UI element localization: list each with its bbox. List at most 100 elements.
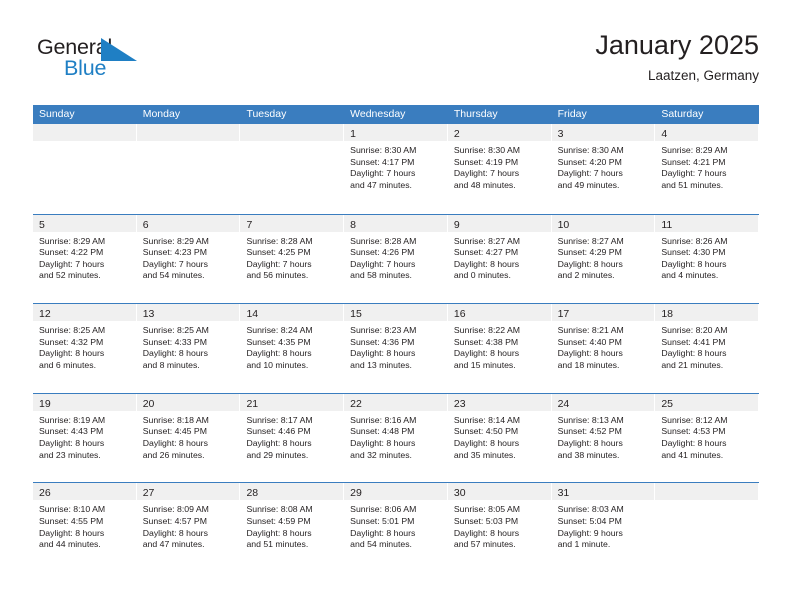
day-cell[interactable]: 6 Sunrise: 8:29 AM Sunset: 4:23 PM Dayli… xyxy=(136,214,241,304)
day-details xyxy=(33,141,137,145)
sunset-text: Sunset: 4:30 PM xyxy=(661,247,726,258)
day-cell[interactable]: 23 Sunrise: 8:14 AM Sunset: 4:50 PM Dayl… xyxy=(447,393,552,483)
daylight-text-line1: Daylight: 8 hours xyxy=(39,437,105,448)
calendar-grid: Sunday Monday Tuesday Wednesday Thursday… xyxy=(33,105,760,572)
day-details: Sunrise: 8:20 AM Sunset: 4:41 PM Dayligh… xyxy=(655,321,759,371)
sunrise-text: Sunrise: 8:28 AM xyxy=(246,235,313,246)
day-number: 27 xyxy=(142,487,155,500)
day-number: 11 xyxy=(661,218,673,231)
day-cell[interactable] xyxy=(240,124,345,214)
day-number-band: 31 xyxy=(551,483,655,501)
day-number-band: 23 xyxy=(447,393,551,411)
day-number-band: 1 xyxy=(344,124,447,141)
day-cell[interactable]: 8 Sunrise: 8:28 AM Sunset: 4:26 PM Dayli… xyxy=(344,214,448,304)
daylight-text-line2: and 15 minutes. xyxy=(453,359,516,370)
day-number: 5 xyxy=(39,218,45,231)
sunrise-text: Sunrise: 8:25 AM xyxy=(142,325,209,336)
sunrise-text: Sunrise: 8:18 AM xyxy=(142,414,209,425)
day-details: Sunrise: 8:05 AM Sunset: 5:03 PM Dayligh… xyxy=(448,500,552,550)
day-number: 21 xyxy=(246,397,259,410)
day-cell[interactable]: 21 Sunrise: 8:17 AM Sunset: 4:46 PM Dayl… xyxy=(240,393,345,483)
day-number-band: 4 xyxy=(655,124,759,141)
day-cell[interactable]: 29 Sunrise: 8:06 AM Sunset: 5:01 PM Dayl… xyxy=(344,483,448,572)
day-cell[interactable]: 11 Sunrise: 8:26 AM Sunset: 4:30 PM Dayl… xyxy=(655,214,760,304)
day-cell[interactable]: 12 Sunrise: 8:25 AM Sunset: 4:32 PM Dayl… xyxy=(33,304,137,393)
daylight-text-line2: and 52 minutes. xyxy=(39,270,101,281)
day-cell[interactable]: 28 Sunrise: 8:08 AM Sunset: 4:59 PM Dayl… xyxy=(240,483,345,572)
daylight-text-line1: Daylight: 8 hours xyxy=(39,348,105,359)
day-number-band xyxy=(136,124,240,141)
day-cell[interactable]: 26 Sunrise: 8:10 AM Sunset: 4:55 PM Dayl… xyxy=(33,483,137,572)
day-number-band xyxy=(240,124,344,141)
day-number: 2 xyxy=(453,128,460,140)
sunrise-text: Sunrise: 8:20 AM xyxy=(661,325,728,336)
day-cell[interactable]: 18 Sunrise: 8:20 AM Sunset: 4:41 PM Dayl… xyxy=(655,304,760,393)
sunset-text: Sunset: 4:38 PM xyxy=(453,336,519,347)
sunset-text: Sunset: 4:46 PM xyxy=(246,426,311,437)
sunset-text: Sunset: 4:29 PM xyxy=(557,247,622,258)
sunset-text: Sunset: 4:32 PM xyxy=(39,336,104,347)
day-cell[interactable]: 10 Sunrise: 8:27 AM Sunset: 4:29 PM Dayl… xyxy=(551,214,656,304)
day-cell[interactable]: 2 Sunrise: 8:30 AM Sunset: 4:19 PM Dayli… xyxy=(447,124,552,214)
day-details: Sunrise: 8:29 AM Sunset: 4:22 PM Dayligh… xyxy=(33,232,137,282)
weekday-header-saturday: Saturday xyxy=(661,108,704,120)
day-details: Sunrise: 8:25 AM Sunset: 4:33 PM Dayligh… xyxy=(137,321,241,371)
day-number: 8 xyxy=(350,218,356,231)
day-details: Sunrise: 8:09 AM Sunset: 4:57 PM Dayligh… xyxy=(137,500,241,550)
day-cell[interactable]: 31 Sunrise: 8:03 AM Sunset: 5:04 PM Dayl… xyxy=(551,483,656,572)
day-number-band: 28 xyxy=(240,483,344,501)
daylight-text-line1: Daylight: 8 hours xyxy=(557,437,623,448)
daylight-text-line1: Daylight: 8 hours xyxy=(246,437,312,448)
day-cell[interactable]: 27 Sunrise: 8:09 AM Sunset: 4:57 PM Dayl… xyxy=(136,483,241,572)
day-cell[interactable]: 30 Sunrise: 8:05 AM Sunset: 5:03 PM Dayl… xyxy=(447,483,552,572)
day-cell[interactable]: 25 Sunrise: 8:12 AM Sunset: 4:53 PM Dayl… xyxy=(655,393,760,483)
day-cell[interactable]: 7 Sunrise: 8:28 AM Sunset: 4:25 PM Dayli… xyxy=(240,214,345,304)
day-cell[interactable]: 4 Sunrise: 8:29 AM Sunset: 4:21 PM Dayli… xyxy=(655,124,760,214)
day-cell[interactable] xyxy=(33,124,137,214)
day-cell[interactable]: 15 Sunrise: 8:23 AM Sunset: 4:36 PM Dayl… xyxy=(344,304,448,393)
day-number-band: 18 xyxy=(655,304,759,322)
sunrise-text: Sunrise: 8:21 AM xyxy=(557,325,624,336)
sunrise-text: Sunrise: 8:17 AM xyxy=(246,414,313,425)
daylight-text-line1: Daylight: 7 hours xyxy=(350,258,416,269)
day-number: 4 xyxy=(661,128,668,140)
day-number-band: 30 xyxy=(447,483,551,501)
day-number: 22 xyxy=(350,397,362,410)
sunrise-text: Sunrise: 8:29 AM xyxy=(39,235,106,246)
daylight-text-line1: Daylight: 9 hours xyxy=(557,527,623,538)
day-cell[interactable]: 14 Sunrise: 8:24 AM Sunset: 4:35 PM Dayl… xyxy=(240,304,345,393)
day-cell[interactable] xyxy=(655,483,760,572)
day-cell[interactable]: 9 Sunrise: 8:27 AM Sunset: 4:27 PM Dayli… xyxy=(447,214,552,304)
sunset-text: Sunset: 4:26 PM xyxy=(350,247,415,258)
sunset-text: Sunset: 4:57 PM xyxy=(142,515,207,526)
daylight-text-line2: and 6 minutes. xyxy=(39,359,96,370)
day-number: 12 xyxy=(39,308,51,321)
day-cell[interactable]: 24 Sunrise: 8:13 AM Sunset: 4:52 PM Dayl… xyxy=(551,393,656,483)
day-cell[interactable]: 1 Sunrise: 8:30 AM Sunset: 4:17 PM Dayli… xyxy=(344,124,448,214)
day-cell[interactable]: 16 Sunrise: 8:22 AM Sunset: 4:38 PM Dayl… xyxy=(447,304,552,393)
daylight-text-line1: Daylight: 8 hours xyxy=(453,348,520,359)
sunrise-text: Sunrise: 8:27 AM xyxy=(557,235,624,246)
day-number-band: 7 xyxy=(240,214,344,232)
sunrise-text: Sunrise: 8:13 AM xyxy=(557,414,624,425)
day-cell[interactable]: 13 Sunrise: 8:25 AM Sunset: 4:33 PM Dayl… xyxy=(136,304,241,393)
sunrise-text: Sunrise: 8:24 AM xyxy=(246,325,313,336)
daylight-text-line2: and 48 minutes. xyxy=(453,179,516,190)
day-cell[interactable]: 22 Sunrise: 8:16 AM Sunset: 4:48 PM Dayl… xyxy=(344,393,448,483)
day-cell[interactable]: 20 Sunrise: 8:18 AM Sunset: 4:45 PM Dayl… xyxy=(136,393,241,483)
sunset-text: Sunset: 4:33 PM xyxy=(142,336,207,347)
day-details: Sunrise: 8:29 AM Sunset: 4:23 PM Dayligh… xyxy=(137,232,241,282)
sunrise-text: Sunrise: 8:23 AM xyxy=(350,325,417,336)
day-cell[interactable]: 3 Sunrise: 8:30 AM Sunset: 4:20 PM Dayli… xyxy=(551,124,656,214)
day-cell[interactable] xyxy=(136,124,241,214)
sunset-text: Sunset: 4:36 PM xyxy=(350,336,415,347)
day-details: Sunrise: 8:25 AM Sunset: 4:32 PM Dayligh… xyxy=(33,321,137,371)
day-cell[interactable]: 5 Sunrise: 8:29 AM Sunset: 4:22 PM Dayli… xyxy=(33,214,137,304)
day-cell[interactable]: 17 Sunrise: 8:21 AM Sunset: 4:40 PM Dayl… xyxy=(551,304,656,393)
day-number-band: 6 xyxy=(136,214,240,232)
day-cell[interactable]: 19 Sunrise: 8:19 AM Sunset: 4:43 PM Dayl… xyxy=(33,393,137,483)
daylight-text-line2: and 13 minutes. xyxy=(350,359,412,370)
day-number: 19 xyxy=(39,397,51,410)
daylight-text-line2: and 47 minutes. xyxy=(142,539,205,550)
day-number: 15 xyxy=(350,308,362,321)
